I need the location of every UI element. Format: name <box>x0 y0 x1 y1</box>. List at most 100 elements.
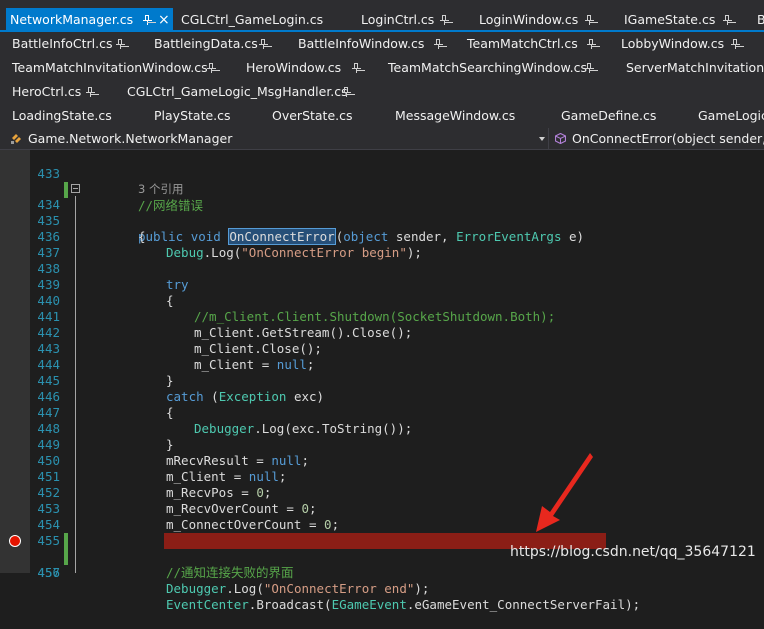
pin-icon[interactable] <box>440 15 449 25</box>
code-line-445[interactable]: 445 catch (Exception exc) <box>0 357 764 404</box>
tab-servermatchinvitation[interactable]: ServerMatchInvitationW <box>622 56 764 80</box>
code-line-441[interactable]: 441 m_Client.GetStream().Close(); <box>0 293 764 340</box>
tab-battleingdata[interactable]: BattleingData.cs <box>150 32 285 56</box>
tab-teammatchinvitationwindow[interactable]: TeamMatchInvitationWindow.cs <box>8 56 223 80</box>
pin-icon[interactable] <box>116 39 125 49</box>
call: .Log( <box>226 581 264 596</box>
pin-icon[interactable] <box>587 39 596 49</box>
type-scope-label: Game.Network.NetworkManager <box>28 131 233 146</box>
punct: ); <box>414 581 430 596</box>
call: .eGameEvent_ConnectServerFail); <box>406 597 641 612</box>
tab-label: PlayState.cs <box>154 108 231 123</box>
tab-label: LoginCtrl.cs <box>361 12 435 27</box>
tab-teammatchsearchingwindow[interactable]: TeamMatchSearchingWindow.cs <box>384 56 599 80</box>
tab-herowindow[interactable]: HeroWindow.cs <box>242 56 372 80</box>
tab-label: B <box>757 12 764 27</box>
code-line-448[interactable]: 448 } <box>0 405 764 452</box>
code-line-449[interactable]: 449 mRecvResult = null; <box>0 421 764 468</box>
code-line-442[interactable]: 442 m_Client.Close(); <box>0 309 764 356</box>
method-icon <box>555 133 566 144</box>
type-name: EGameEvent <box>331 597 407 612</box>
tab-label: TeamMatchSearchingWindow.cs <box>388 60 587 75</box>
tab-loginctrl[interactable]: LoginCtrl.cs <box>357 8 467 32</box>
tab-gamelogic[interactable]: GameLogic <box>694 104 764 128</box>
code-line-455[interactable]: 455 //通知连接失败的界面 <box>0 517 764 580</box>
tab-row-4: HeroCtrl.cs CGLCtrl_GameLogic_MsgHandler… <box>0 80 764 104</box>
code-line-437[interactable]: 437 <box>0 229 764 260</box>
pin-icon[interactable] <box>723 15 732 25</box>
tab-label: GameLogic <box>698 108 764 123</box>
code-line-451[interactable]: 451 m_RecvPos = 0; <box>0 453 764 500</box>
code-line-440[interactable]: 440 //m_Client.Client.Shutdown(SocketShu… <box>0 277 764 324</box>
tab-label: BattleInfoWindow.cs <box>298 36 425 51</box>
member-scope-dropdown[interactable]: OnConnectError(object sender, E <box>549 128 764 149</box>
tab-label: NetworkManager.cs <box>10 12 134 27</box>
code-line-452[interactable]: 452 m_RecvOverCount = 0; <box>0 469 764 516</box>
tab-label: MessageWindow.cs <box>395 108 516 123</box>
code-line-447[interactable]: 447 Debugger.Log(exc.ToString()); <box>0 389 764 436</box>
tab-label: LobbyWindow.cs <box>621 36 725 51</box>
code-line-458-partial[interactable]: Debugger.Log("OnConnectError end"); <box>0 565 764 596</box>
tab-overstate[interactable]: OverState.cs <box>268 104 368 128</box>
code-line-436[interactable]: 436 Debug.Log("OnConnectError begin"); <box>0 213 764 260</box>
tab-lobbywindow[interactable]: LobbyWindow.cs <box>617 32 757 56</box>
tab-row-1: NetworkManager.cs × CGLCtrl_GameLogin.cs… <box>0 8 764 32</box>
code-line-439[interactable]: 439 { <box>0 261 764 308</box>
tab-battleinfowindow[interactable]: BattleInfoWindow.cs <box>294 32 454 56</box>
code-line-444[interactable]: 444 } <box>0 341 764 388</box>
chevron-down-icon[interactable] <box>539 137 545 141</box>
tab-overflow[interactable]: B <box>753 8 764 32</box>
code-line-433[interactable]: 433 //网络错误 <box>0 150 764 213</box>
code-line-453[interactable]: 453 m_ConnectOverCount = 0; <box>0 485 764 532</box>
tab-label: TeamMatchCtrl.cs <box>467 36 578 51</box>
code-line-434[interactable]: 434 public void OnConnectError(object se… <box>0 181 764 245</box>
watermark: https://blog.csdn.net/qq_35647121 <box>510 544 756 560</box>
tab-cglctrl-gamelogic-msghandler[interactable]: CGLCtrl_GameLogic_MsgHandler.cs <box>123 80 358 104</box>
tab-messagewindow[interactable]: MessageWindow.cs <box>391 104 526 128</box>
pin-icon[interactable] <box>86 87 95 97</box>
tab-label: TeamMatchInvitationWindow.cs <box>12 60 208 75</box>
tab-loadingstate[interactable]: LoadingState.cs <box>8 104 118 128</box>
code-line-454[interactable]: 454 <box>0 501 764 549</box>
code-editor[interactable]: 433 //网络错误 3 个引用 434 public void OnConne… <box>0 150 764 612</box>
tab-loginwindow[interactable]: LoginWindow.cs <box>475 8 605 32</box>
close-icon[interactable]: × <box>158 8 170 32</box>
tab-battleinfoctrl[interactable]: BattleInfoCtrl.cs <box>8 32 138 56</box>
pin-icon[interactable] <box>352 63 361 73</box>
pin-icon[interactable] <box>434 39 443 49</box>
code-line-443[interactable]: 443 m_Client = null; <box>0 325 764 372</box>
tab-networkmanager[interactable]: NetworkManager.cs × <box>6 8 173 32</box>
code-text: EventCenter.Broadcast(EGameEvent.eGameEv… <box>166 597 640 613</box>
tab-heroctrl[interactable]: HeroCtrl.cs <box>8 80 108 104</box>
namespace-class-icon <box>11 134 21 144</box>
code-line-450[interactable]: 450 m_Client = null; <box>0 437 764 484</box>
tab-igamestate[interactable]: IGameState.cs <box>620 8 750 32</box>
type-scope-dropdown[interactable]: Game.Network.NetworkManager <box>0 128 549 149</box>
tab-label: GameDefine.cs <box>561 108 657 123</box>
collapse-toggle[interactable] <box>71 184 80 193</box>
breakpoint-icon[interactable] <box>9 535 21 547</box>
tab-row-2: BattleInfoCtrl.cs BattleingData.cs Battl… <box>0 32 764 56</box>
type-name: Debugger <box>166 581 227 596</box>
code-line-446[interactable]: 446 { <box>0 373 764 420</box>
tab-teammatchctrl[interactable]: TeamMatchCtrl.cs <box>463 32 611 56</box>
tab-label: CGLCtrl_GameLogic_MsgHandler.cs <box>127 84 348 99</box>
tab-cglctrl-gamelogin[interactable]: CGLCtrl_GameLogin.cs <box>177 8 347 32</box>
navigation-bar: Game.Network.NetworkManager OnConnectErr… <box>0 128 764 150</box>
pin-icon[interactable] <box>207 63 216 73</box>
pin-icon[interactable] <box>259 39 268 49</box>
code-line-438[interactable]: 438 try <box>0 245 764 292</box>
code-line-435[interactable]: 435 { <box>0 197 764 244</box>
pin-icon[interactable] <box>585 63 594 73</box>
tab-playstate[interactable]: PlayState.cs <box>150 104 250 128</box>
pin-icon[interactable] <box>342 87 351 97</box>
pin-icon[interactable] <box>143 15 152 25</box>
code-text: Debugger.Log("OnConnectError end"); <box>166 581 429 597</box>
pin-icon[interactable] <box>731 39 740 49</box>
tab-label: ServerMatchInvitationW <box>626 60 764 75</box>
tab-gamedefine[interactable]: GameDefine.cs <box>557 104 667 128</box>
tab-label: IGameState.cs <box>624 12 716 27</box>
pin-icon[interactable] <box>585 15 594 25</box>
tab-label: HeroWindow.cs <box>246 60 342 75</box>
member-scope-label: OnConnectError(object sender, E <box>572 131 764 146</box>
